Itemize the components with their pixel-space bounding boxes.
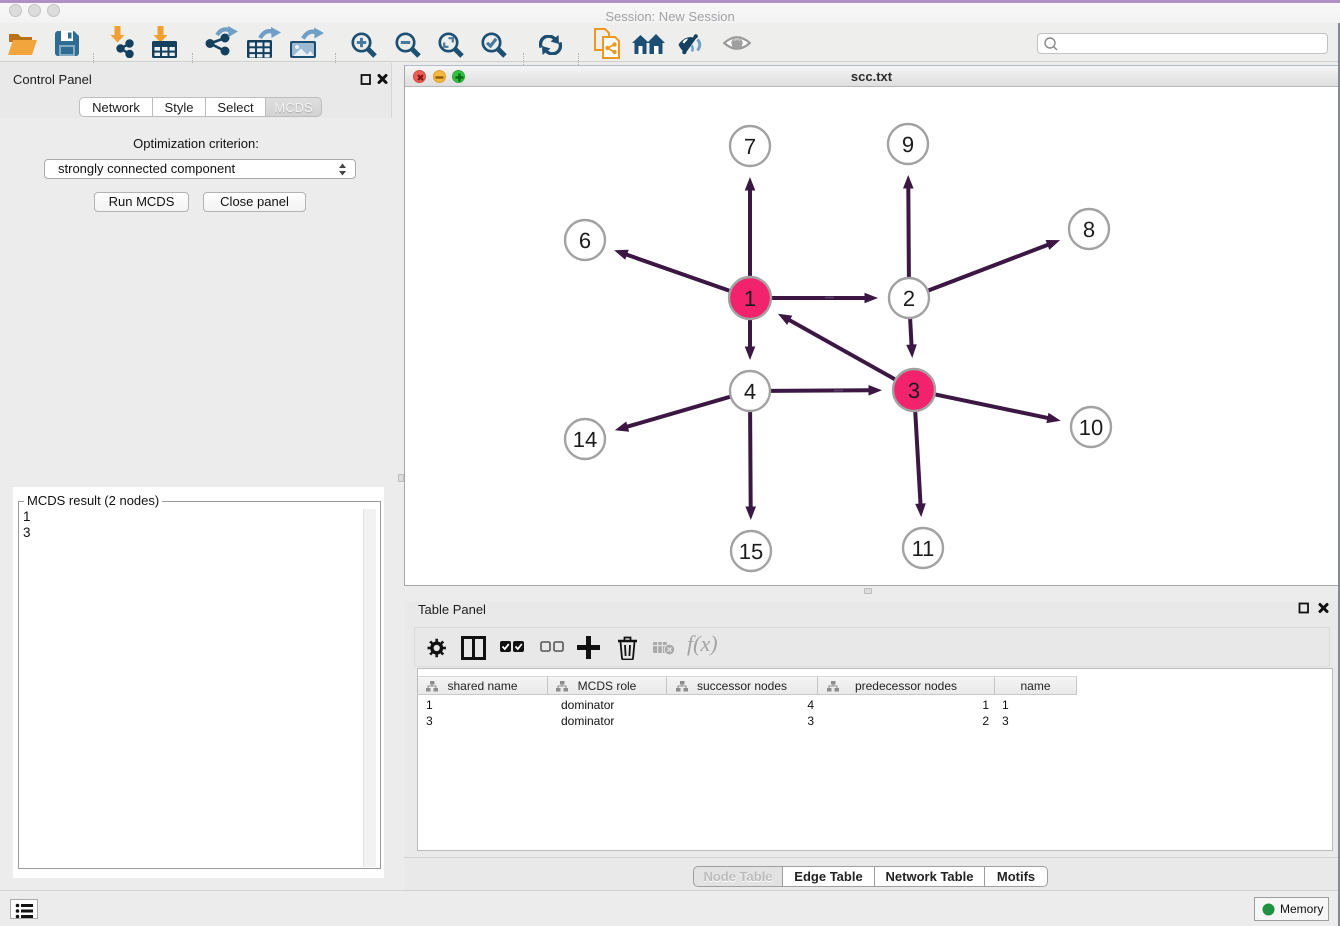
svg-text:6: 6 [579, 228, 591, 253]
svg-text:10: 10 [1079, 415, 1103, 440]
svg-text:8: 8 [1083, 217, 1095, 242]
svg-text:11: 11 [912, 536, 935, 561]
svg-text:4: 4 [744, 379, 756, 404]
svg-text:15: 15 [739, 539, 763, 564]
svg-text:2: 2 [903, 286, 915, 311]
svg-text:9: 9 [902, 132, 914, 157]
svg-text:7: 7 [744, 134, 756, 159]
svg-text:1: 1 [744, 286, 756, 311]
svg-text:3: 3 [908, 378, 920, 403]
svg-text:14: 14 [573, 427, 597, 452]
